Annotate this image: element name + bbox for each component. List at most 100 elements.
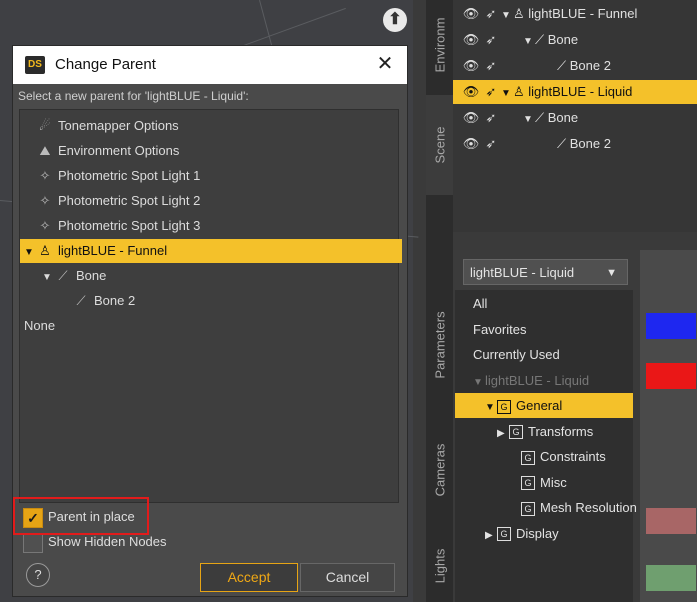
selectable-cursor-icon[interactable]: ➶ <box>481 54 501 78</box>
parameter-group[interactable]: ▼ lightBLUE - Liquid <box>455 368 633 393</box>
dialog-title: Change Parent <box>55 56 156 73</box>
scene-panel[interactable]: 👁 ➶ ▼ ♙ lightBLUE - Funnel 👁 ➶ ▼ ⟋ Bone 👁 ➶ ⟋ Bone… <box>453 0 697 232</box>
show-hidden-nodes-checkbox[interactable] <box>23 533 43 553</box>
parameter-group[interactable]: G Misc <box>455 470 633 495</box>
group-icon: G <box>509 425 523 440</box>
parameter-group[interactable]: Favorites <box>455 317 633 342</box>
node-select[interactable]: lightBLUE - Liquid ▼ <box>463 259 628 285</box>
tab-parameters[interactable]: Parameters <box>426 280 453 410</box>
parameter-group-label: Favorites <box>473 321 527 337</box>
tree-item-label: Bone 2 <box>94 293 136 308</box>
tree-item[interactable]: ☄ Tonemapper Options <box>20 114 402 138</box>
cancel-button[interactable]: Cancel <box>300 563 395 592</box>
figure-icon: ♙ <box>39 243 51 258</box>
tab-cameras[interactable]: Cameras <box>426 420 453 520</box>
scene-row-label: Bone 2 <box>566 136 611 151</box>
expand-arrow-icon[interactable]: ▼ <box>473 370 485 395</box>
close-icon[interactable]: ✕ <box>373 52 397 76</box>
property-editor-edge <box>640 250 697 602</box>
parameter-group-label: Misc <box>540 474 567 490</box>
parameter-group[interactable]: ▼ G General <box>455 393 633 418</box>
scene-row-label: Bone <box>544 32 579 47</box>
tree-item[interactable]: ✧ Photometric Spot Light 2 <box>20 189 402 213</box>
scene-row[interactable]: 👁 ➶ ▼ ⟋ Bone <box>453 28 697 52</box>
dialog-subtitle: Select a new parent for 'lightBLUE - Liq… <box>18 89 249 103</box>
eye-icon[interactable]: 👁 <box>461 132 481 156</box>
selectable-cursor-icon[interactable]: ➶ <box>481 106 501 130</box>
parameter-group[interactable]: G Constraints <box>455 444 633 469</box>
expand-arrow-icon[interactable]: ▼ <box>485 395 497 420</box>
tab-lights[interactable]: Lights <box>426 530 453 602</box>
parameter-group[interactable]: ▶ G Display <box>455 521 633 546</box>
x-translate-slider[interactable] <box>646 508 696 534</box>
group-icon: G <box>521 450 535 465</box>
scene-row[interactable]: 👁 ➶ ⟋ Bone 2 <box>453 132 697 156</box>
scene-row[interactable]: 👁 ➶ ⟋ Bone 2 <box>453 54 697 78</box>
parameter-group[interactable]: ▶ G Transforms <box>455 419 633 444</box>
tree-item[interactable]: ▼ ⟋ Bone <box>20 264 420 288</box>
group-icon: G <box>497 527 511 542</box>
parent-tree[interactable]: ☄ Tonemapper Options ⛰ Environment Options ✧… <box>19 109 402 503</box>
parameter-group-label: Display <box>516 525 559 541</box>
eye-icon[interactable]: 👁 <box>461 2 481 26</box>
viewport-nav-icon[interactable]: ⬆ <box>383 8 407 32</box>
bone-icon: ⟋ <box>557 58 567 73</box>
collapse-arrow-icon[interactable]: ▶ <box>485 523 497 548</box>
chevron-down-icon: ▼ <box>606 267 617 279</box>
expand-arrow-icon[interactable]: ▼ <box>24 241 36 265</box>
selectable-cursor-icon[interactable]: ➶ <box>481 132 501 156</box>
color-swatch-blue <box>646 313 696 339</box>
collapse-arrow-icon[interactable]: ▶ <box>497 421 509 446</box>
parameter-group-label: Transforms <box>528 423 594 439</box>
parameter-group[interactable]: G Mesh Resolution <box>455 495 637 520</box>
tree-item[interactable]: ✧ Photometric Spot Light 3 <box>20 214 402 238</box>
eye-icon[interactable]: 👁 <box>461 28 481 52</box>
selectable-cursor-icon[interactable]: ➶ <box>481 2 501 26</box>
selectable-cursor-icon[interactable]: ➶ <box>481 28 501 52</box>
expand-arrow-icon[interactable]: ▼ <box>523 30 535 54</box>
eye-icon[interactable]: 👁 <box>461 106 481 130</box>
parameter-group-label: Mesh Resolution <box>540 500 637 515</box>
parameter-group-label: Currently Used <box>473 347 560 362</box>
scene-row[interactable]: 👁 ➶ ▼ ⟋ Bone <box>453 106 697 130</box>
group-icon: G <box>521 501 535 516</box>
tree-item[interactable]: ✧ Photometric Spot Light 1 <box>20 164 402 188</box>
help-icon[interactable]: ? <box>26 563 50 587</box>
expand-arrow-icon[interactable]: ▼ <box>501 4 513 28</box>
spotlight-icon: ✧ <box>39 193 51 208</box>
scene-row-label: Bone <box>544 110 579 125</box>
parameters-list[interactable]: All Favorites Currently Used ▼ lightBLUE - L… <box>455 290 637 602</box>
tree-item[interactable]: ⛰ Environment Options <box>20 139 402 163</box>
dialog-titlebar: DS Change Parent ✕ <box>13 46 407 84</box>
expand-arrow-icon[interactable]: ▼ <box>42 266 54 290</box>
tonemapper-icon: ☄ <box>39 118 51 133</box>
eye-icon[interactable]: 👁 <box>461 80 481 104</box>
parameter-group-label: All <box>473 296 488 311</box>
bone-icon: ⟋ <box>76 293 86 308</box>
spotlight-icon: ✧ <box>39 168 51 183</box>
group-icon: G <box>521 476 535 491</box>
expand-arrow-icon[interactable]: ▼ <box>523 108 535 132</box>
y-translate-slider[interactable] <box>646 565 696 591</box>
eye-icon[interactable]: 👁 <box>461 54 481 78</box>
tab-environment[interactable]: Environm <box>426 0 453 90</box>
tab-scene[interactable]: Scene <box>426 95 453 195</box>
highlight-box <box>13 497 149 535</box>
ds-app-icon: DS <box>25 56 45 74</box>
selectable-cursor-icon[interactable]: ➶ <box>481 80 501 104</box>
parameter-group[interactable]: All <box>455 291 633 316</box>
scene-row[interactable]: 👁 ➶ ▼ ♙ lightBLUE - Liquid <box>453 80 697 104</box>
figure-icon: ♙ <box>513 6 525 21</box>
parameter-group[interactable]: Currently Used <box>455 342 633 367</box>
parameter-group-label: Constraints <box>540 449 606 464</box>
scene-row-label: lightBLUE - Liquid <box>524 84 633 99</box>
accept-button[interactable]: Accept <box>200 563 298 592</box>
tree-item-label: Photometric Spot Light 3 <box>58 218 201 233</box>
expand-arrow-icon[interactable]: ▼ <box>501 82 513 106</box>
tree-item[interactable]: ▼ ♙ lightBLUE - Funnel <box>20 239 402 263</box>
scene-row[interactable]: 👁 ➶ ▼ ♙ lightBLUE - Funnel <box>453 2 697 26</box>
tree-item-label: Photometric Spot Light 2 <box>58 193 201 208</box>
tree-item[interactable]: ⟋ Bone 2 <box>20 289 438 313</box>
bone-icon: ⟋ <box>535 32 545 47</box>
tree-item[interactable]: None <box>20 314 402 338</box>
